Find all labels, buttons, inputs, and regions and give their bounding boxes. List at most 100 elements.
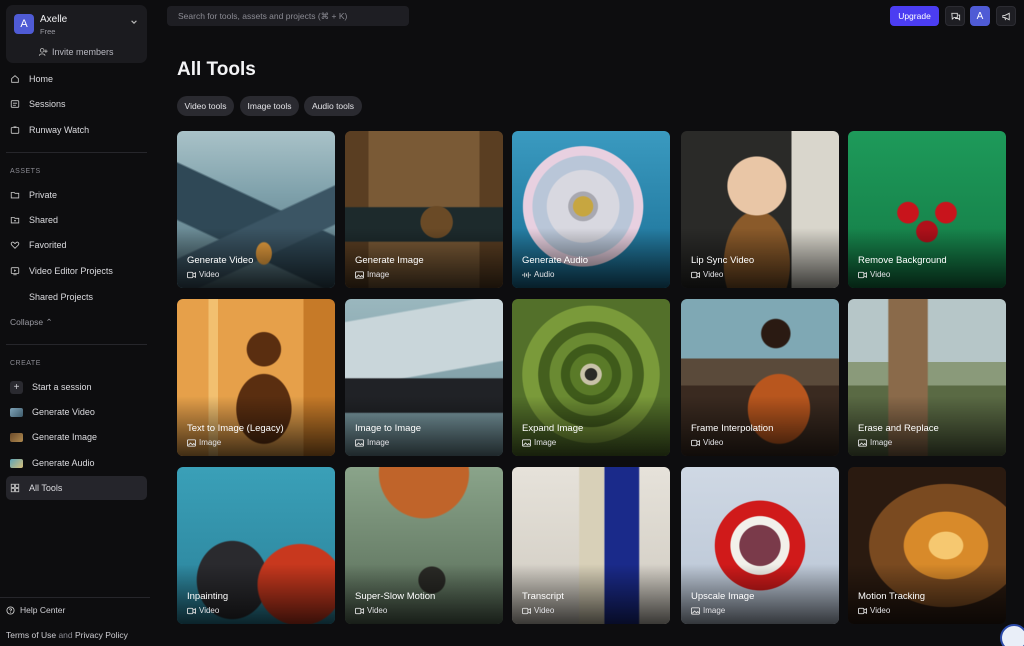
tool-card-image-to-image[interactable]: Image to Image Image <box>345 299 503 456</box>
card-type: Video <box>691 270 723 279</box>
collapse-button[interactable]: Collapse ⌃ <box>10 317 53 328</box>
search-input[interactable] <box>167 6 409 26</box>
sidebar-item-video-editor-projects[interactable]: Video Editor Projects <box>10 262 113 280</box>
sidebar-item-label: Generate Image <box>32 432 98 442</box>
video-icon <box>522 607 531 614</box>
announcements-button[interactable] <box>996 6 1016 26</box>
tool-card-erase-and-replace[interactable]: Erase and Replace Image <box>848 299 1006 456</box>
card-type: Image <box>858 438 892 447</box>
sidebar-item-generate-audio[interactable]: Generate Audio <box>10 454 95 472</box>
card-type: Image <box>187 438 221 447</box>
tool-card-text-to-image[interactable]: Text to Image (Legacy) Image <box>177 299 335 456</box>
card-type: Image <box>691 606 725 615</box>
image-icon <box>858 438 867 447</box>
card-type-label: Video <box>703 270 724 279</box>
help-center-link[interactable]: Help Center <box>6 605 65 615</box>
workspace-plan: Free <box>40 27 56 36</box>
video-icon <box>691 271 700 278</box>
workspace-switcher[interactable]: A Axelle Free Invite members <box>6 5 147 63</box>
sidebar-item-shared-projects[interactable]: Shared Projects <box>29 288 93 306</box>
sidebar-item-favorited[interactable]: Favorited <box>10 236 67 254</box>
chip-audio-tools[interactable]: Audio tools <box>304 96 362 116</box>
sidebar-item-generate-video[interactable]: Generate Video <box>10 403 95 421</box>
card-type-label: Image <box>199 438 222 447</box>
terms-link[interactable]: Terms of Use <box>6 630 56 640</box>
sidebar-item-sessions[interactable]: Sessions <box>10 95 66 113</box>
sidebar-item-label: Runway Watch <box>29 125 90 135</box>
tool-card-generate-image[interactable]: Generate Image Image <box>345 131 503 288</box>
tool-card-transcript[interactable]: Transcript Video <box>512 467 670 624</box>
card-type: Image <box>355 270 389 279</box>
card-title: Upscale Image <box>691 591 755 602</box>
card-type-label: Audio <box>534 270 555 279</box>
tool-card-motion-tracking[interactable]: Motion Tracking Video <box>848 467 1006 624</box>
page-title: All Tools <box>177 59 256 80</box>
chip-video-tools[interactable]: Video tools <box>177 96 234 116</box>
sidebar-item-shared[interactable]: Shared <box>10 211 58 229</box>
tool-card-expand-image[interactable]: Expand Image Image <box>512 299 670 456</box>
card-type: Video <box>858 270 890 279</box>
tool-card-lip-sync-video[interactable]: Lip Sync Video Video <box>681 131 839 288</box>
video-icon <box>355 607 364 614</box>
chip-image-tools[interactable]: Image tools <box>240 96 299 116</box>
divider <box>0 597 150 598</box>
invite-members-button[interactable]: Invite members <box>38 47 114 57</box>
chat-icon <box>950 12 960 21</box>
divider <box>6 152 147 153</box>
card-title: Erase and Replace <box>858 423 939 434</box>
plus-icon: + <box>10 380 23 394</box>
user-avatar[interactable]: A <box>970 6 990 26</box>
generate-audio-thumb <box>10 458 23 468</box>
tv-icon <box>10 125 20 134</box>
sidebar-item-runway-watch[interactable]: Runway Watch <box>10 121 89 139</box>
collapse-label: Collapse <box>10 317 44 327</box>
sidebar-item-private[interactable]: Private <box>10 186 57 204</box>
video-icon <box>187 607 196 614</box>
card-type-label: Video <box>870 606 891 615</box>
tool-card-inpainting[interactable]: Inpainting Video <box>177 467 335 624</box>
video-icon <box>858 271 867 278</box>
sidebar-item-label: Private <box>29 190 58 200</box>
sidebar-item-label: Favorited <box>29 240 67 250</box>
card-title: Remove Background <box>858 255 947 266</box>
sidebar-item-generate-image[interactable]: Generate Image <box>10 428 97 446</box>
upgrade-button[interactable]: Upgrade <box>890 6 939 26</box>
card-type-label: Video <box>199 606 220 615</box>
card-type: Image <box>522 438 556 447</box>
tool-card-generate-video[interactable]: Generate Video Video <box>177 131 335 288</box>
tool-card-remove-background[interactable]: Remove Background Video <box>848 131 1006 288</box>
card-type-label: Image <box>703 606 726 615</box>
sidebar-item-home[interactable]: Home <box>10 70 53 88</box>
card-type-label: Video <box>534 606 555 615</box>
sidebar-item-label: Shared Projects <box>29 292 94 302</box>
divider <box>6 344 147 345</box>
sidebar-item-all-tools[interactable]: All Tools <box>10 479 62 497</box>
tool-card-generate-audio[interactable]: Generate Audio Audio <box>512 131 670 288</box>
megaphone-icon <box>1001 12 1010 20</box>
card-title: Image to Image <box>355 423 422 434</box>
chevron-down-icon[interactable] <box>130 18 138 26</box>
tool-card-super-slow-motion[interactable]: Super-Slow Motion Video <box>345 467 503 624</box>
chevron-up-icon: ⌃ <box>45 317 53 327</box>
legal-and: and <box>58 630 73 640</box>
image-icon <box>187 438 196 447</box>
tool-card-frame-interpolation[interactable]: Frame Interpolation Video <box>681 299 839 456</box>
card-type-label: Video <box>367 606 388 615</box>
card-type-label: Image <box>870 438 893 447</box>
card-type-label: Image <box>367 270 390 279</box>
tool-card-upscale-image[interactable]: Upscale Image Image <box>681 467 839 624</box>
sessions-icon <box>10 100 20 108</box>
privacy-link[interactable]: Privacy Policy <box>75 630 128 640</box>
support-chat-button[interactable] <box>1000 624 1024 646</box>
card-type-label: Video <box>870 270 891 279</box>
folder-icon <box>10 192 20 199</box>
sidebar-item-label: Sessions <box>29 99 66 109</box>
sidebar-item-start-session[interactable]: + Start a session <box>10 378 92 396</box>
workspace-avatar: A <box>14 14 34 34</box>
generate-image-thumb <box>10 432 23 442</box>
chat-button[interactable] <box>945 6 965 26</box>
video-icon <box>187 271 196 278</box>
video-icon <box>858 607 867 614</box>
sidebar-item-label: All Tools <box>29 483 63 493</box>
card-type: Video <box>187 270 219 279</box>
